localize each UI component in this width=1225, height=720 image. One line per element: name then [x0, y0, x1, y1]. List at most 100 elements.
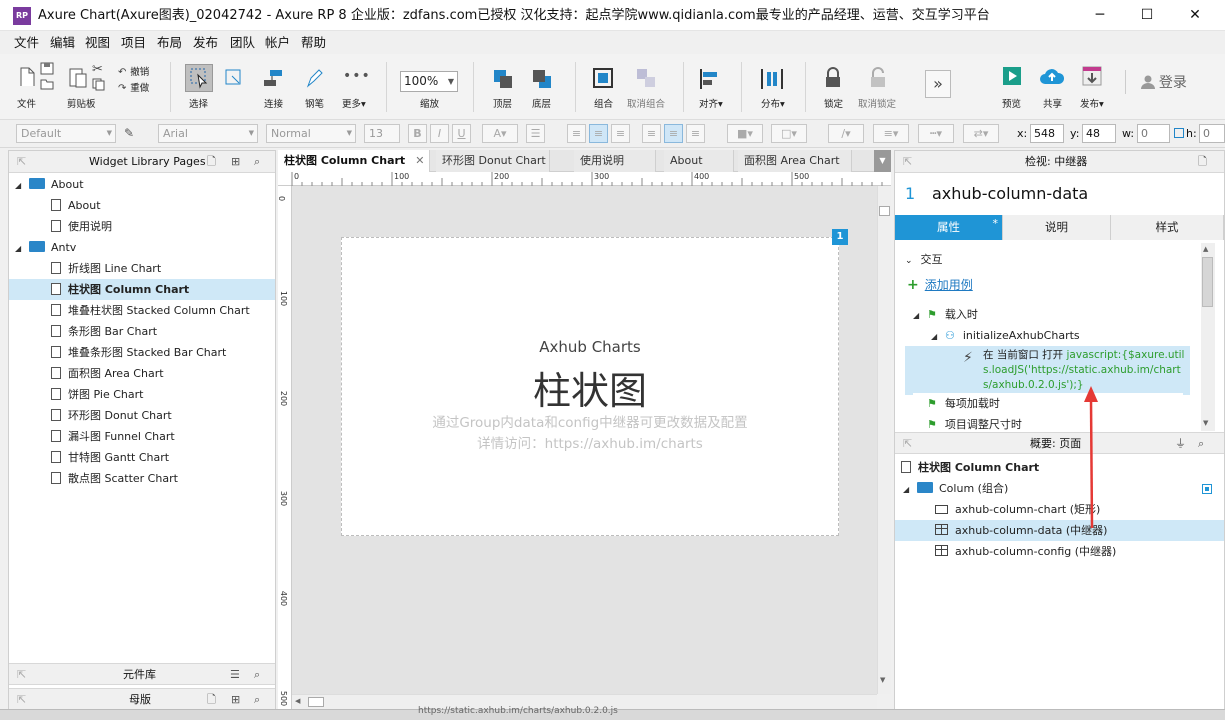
search-icon[interactable]: ⌕: [254, 664, 260, 686]
scroll-thumb[interactable]: [1202, 257, 1213, 307]
add-master-icon[interactable]: 🗋: [207, 689, 216, 711]
ungroup-icon[interactable]: [635, 67, 657, 92]
distribute-icon[interactable]: [760, 68, 784, 93]
bold-button[interactable]: B: [408, 124, 427, 143]
arrow-style-icon[interactable]: ⇄▾: [963, 124, 999, 143]
tree-page[interactable]: 漏斗图 Funnel Chart: [9, 426, 275, 447]
case-initialize[interactable]: ◢ ⚇ initializeAxhubCharts: [931, 325, 1080, 346]
send-to-bottom-icon[interactable]: [531, 68, 553, 93]
menu-team[interactable]: 团队: [230, 31, 255, 54]
tree-page[interactable]: 折线图 Line Chart: [9, 258, 275, 279]
zoom-select[interactable]: 100% ▼: [400, 71, 458, 92]
tree-page[interactable]: 散点图 Scatter Chart: [9, 468, 275, 489]
line-width-icon[interactable]: ≡▾: [873, 124, 909, 143]
collapse-icon[interactable]: ⇱: [903, 433, 912, 455]
font-select[interactable]: Arial ▼: [158, 124, 258, 143]
menu-file[interactable]: 文件: [14, 31, 39, 54]
canvas-vertical-scrollbar[interactable]: ▼: [877, 186, 891, 694]
open-folder-icon[interactable]: [40, 78, 54, 93]
group-visibility-icon[interactable]: [1202, 484, 1212, 494]
tab-notes[interactable]: 说明: [1003, 215, 1111, 240]
save-icon[interactable]: [40, 62, 54, 78]
collapse-icon[interactable]: ⇱: [903, 151, 912, 173]
menu-project[interactable]: 项目: [121, 31, 146, 54]
tree-page[interactable]: 甘特图 Gantt Chart: [9, 447, 275, 468]
underline-button[interactable]: U: [452, 124, 471, 143]
tab-donut-chart[interactable]: 环形图 Donut Chart: [436, 150, 550, 172]
menu-edit[interactable]: 编辑: [50, 31, 75, 54]
expand-toolbar-icon[interactable]: »: [925, 70, 951, 98]
menu-view[interactable]: 视图: [85, 31, 110, 54]
tree-page[interactable]: 使用说明: [9, 216, 275, 237]
share-cloud-icon[interactable]: [1039, 66, 1065, 89]
maximize-button[interactable]: ☐: [1124, 0, 1170, 31]
align-icon[interactable]: [698, 68, 720, 93]
shadow-icon[interactable]: □▾: [771, 124, 807, 143]
style-select[interactable]: Default ▼: [16, 124, 116, 143]
unlock-icon[interactable]: [868, 67, 888, 92]
bring-to-top-icon[interactable]: [492, 68, 514, 93]
tree-page[interactable]: About: [9, 195, 275, 216]
tree-folder[interactable]: ◢ Antv: [9, 237, 275, 258]
tab-properties[interactable]: 属性 *: [895, 215, 1003, 240]
italic-button[interactable]: I: [430, 124, 449, 143]
outline-group[interactable]: ◢ Colum (组合): [903, 478, 1008, 499]
fill-color-icon[interactable]: ■▾: [727, 124, 763, 143]
tab-instructions[interactable]: 使用说明: [574, 150, 656, 172]
scroll-thumb[interactable]: [879, 206, 890, 216]
interactions-section[interactable]: ⌄ 交互: [905, 249, 943, 270]
collapse-icon[interactable]: ⇱: [17, 689, 26, 711]
tree-page[interactable]: 饼图 Pie Chart: [9, 384, 275, 405]
font-weight-select[interactable]: Normal ▼: [266, 124, 356, 143]
undo-button[interactable]: ↶ 撤销: [118, 64, 149, 78]
align-left-icon[interactable]: ≡: [567, 124, 586, 143]
tree-page[interactable]: 环形图 Donut Chart: [9, 405, 275, 426]
collapse-icon[interactable]: ⇱: [17, 151, 26, 173]
search-icon[interactable]: ⌕: [254, 689, 260, 711]
scroll-down-icon[interactable]: ▼: [880, 676, 885, 684]
h-input[interactable]: 0: [1199, 124, 1225, 143]
outline-item[interactable]: axhub-column-chart (矩形): [895, 499, 1224, 520]
format-painter-icon[interactable]: ✎: [124, 126, 134, 140]
add-page-icon[interactable]: 🗋: [207, 151, 216, 173]
widgets-panel-header[interactable]: ⇱ 元件库 ☰ ⌕: [9, 663, 275, 685]
add-folder-icon[interactable]: ⊞: [231, 689, 240, 711]
masters-panel-header[interactable]: ⇱ 母版 🗋 ⊞ ⌕: [9, 688, 275, 710]
expand-icon[interactable]: ◢: [15, 238, 29, 259]
font-size-select[interactable]: 13: [364, 124, 400, 143]
outline-item[interactable]: axhub-column-config (中继器): [895, 541, 1224, 562]
search-icon[interactable]: ⌕: [254, 151, 260, 173]
y-input[interactable]: 48: [1082, 124, 1116, 143]
more-icon[interactable]: •••: [343, 68, 371, 84]
widget-name-input[interactable]: axhub-column-data: [932, 184, 1088, 203]
tree-page[interactable]: 条形图 Bar Chart: [9, 321, 275, 342]
interaction-badge[interactable]: 1: [832, 229, 848, 245]
lock-ratio-icon[interactable]: [1174, 128, 1184, 138]
inspector-scrollbar[interactable]: ▲ ▼: [1201, 243, 1215, 431]
valign-middle-icon[interactable]: ≡: [664, 124, 683, 143]
tree-page[interactable]: 堆叠柱状图 Stacked Column Chart: [9, 300, 275, 321]
scroll-thumb[interactable]: [308, 697, 324, 707]
tabs-overflow-icon[interactable]: ▼: [874, 150, 891, 172]
expand-icon[interactable]: ◢: [15, 175, 29, 196]
filter-icon[interactable]: ⏚: [1175, 433, 1186, 455]
valign-bottom-icon[interactable]: ≡: [686, 124, 705, 143]
connect-icon[interactable]: [262, 68, 284, 91]
preview-icon[interactable]: [1002, 66, 1022, 89]
close-icon[interactable]: ✕: [415, 154, 424, 167]
tree-page[interactable]: 柱状图 Column Chart: [9, 279, 275, 300]
paste-button[interactable]: [68, 66, 88, 93]
axhub-chart-widget[interactable]: Axhub Charts 柱状图 通过Group内data和config中继器可…: [341, 237, 839, 536]
pen-icon[interactable]: [304, 68, 324, 91]
more-label[interactable]: 更多▾: [342, 96, 366, 110]
outline-page[interactable]: 柱状图 Column Chart: [901, 457, 1039, 478]
menu-help[interactable]: 帮助: [301, 31, 326, 54]
redo-button[interactable]: ↷ 重做: [118, 80, 149, 94]
close-button[interactable]: ✕: [1172, 0, 1218, 31]
publish-label[interactable]: 发布▾: [1080, 96, 1104, 110]
tree-page[interactable]: 堆叠条形图 Stacked Bar Chart: [9, 342, 275, 363]
scroll-up-icon[interactable]: ▲: [1203, 245, 1208, 253]
tab-style[interactable]: 样式: [1111, 215, 1224, 240]
outline-item[interactable]: axhub-column-data (中继器): [895, 520, 1224, 541]
copy-icon[interactable]: [92, 78, 105, 94]
